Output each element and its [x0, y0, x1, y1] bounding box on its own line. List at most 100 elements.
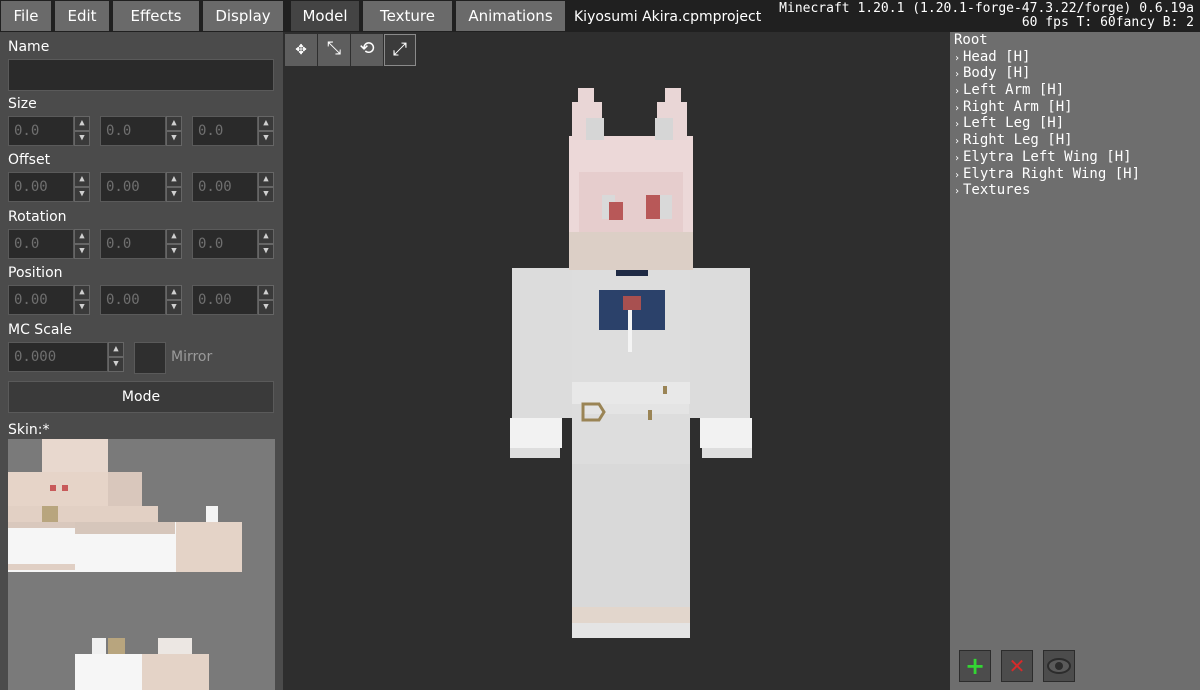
position-x-stepper[interactable]: ▲ ▼: [74, 285, 90, 315]
edit-menu[interactable]: Edit: [55, 1, 109, 31]
position-x-input[interactable]: 0.00: [8, 285, 74, 315]
position-z-input[interactable]: 0.00: [192, 285, 258, 315]
chevron-up-icon[interactable]: ▲: [166, 285, 182, 300]
toggle-visibility-button[interactable]: [1043, 650, 1075, 682]
offset-x-input[interactable]: 0.00: [8, 172, 74, 202]
size-x-input[interactable]: 0.0: [8, 116, 74, 146]
rotation-z-stepper[interactable]: ▲ ▼: [258, 229, 274, 259]
tree-root[interactable]: Root: [954, 32, 1140, 49]
size-z-input[interactable]: 0.0: [192, 116, 258, 146]
offset-y-stepper[interactable]: ▲ ▼: [166, 172, 182, 202]
tree-item-left-leg[interactable]: › Left Leg [H]: [954, 115, 1140, 132]
add-element-button[interactable]: +: [959, 650, 991, 682]
chevron-down-icon[interactable]: ▼: [166, 187, 182, 202]
offset-tool-button[interactable]: ⤢: [384, 34, 416, 66]
chevron-up-icon[interactable]: ▲: [108, 342, 124, 357]
size-x-stepper[interactable]: ▲ ▼: [74, 116, 90, 146]
mode-button[interactable]: Mode: [8, 381, 274, 413]
chevron-down-icon[interactable]: ▼: [166, 131, 182, 146]
tab-animations[interactable]: Animations: [456, 1, 565, 31]
chevron-up-icon[interactable]: ▲: [166, 172, 182, 187]
tab-model[interactable]: Model: [291, 1, 359, 31]
mc-scale-label: MC Scale: [8, 322, 72, 338]
file-menu[interactable]: File: [1, 1, 51, 31]
size-y-stepper[interactable]: ▲ ▼: [166, 116, 182, 146]
chevron-down-icon[interactable]: ▼: [74, 187, 90, 202]
tree-item-label: Elytra Left Wing [H]: [963, 148, 1132, 165]
chevron-down-icon[interactable]: ▼: [258, 131, 274, 146]
mirror-checkbox[interactable]: [134, 342, 166, 374]
offset-y-input[interactable]: 0.00: [100, 172, 166, 202]
chevron-down-icon[interactable]: ▼: [166, 244, 182, 259]
offset-z-input[interactable]: 0.00: [192, 172, 258, 202]
position-y-stepper[interactable]: ▲ ▼: [166, 285, 182, 315]
rotation-x-stepper[interactable]: ▲ ▼: [74, 229, 90, 259]
rotation-x-input[interactable]: 0.0: [8, 229, 74, 259]
rotation-y-input[interactable]: 0.0: [100, 229, 166, 259]
chevron-up-icon[interactable]: ▲: [74, 229, 90, 244]
tree-item-right-leg[interactable]: › Right Leg [H]: [954, 132, 1140, 149]
chevron-up-icon[interactable]: ▲: [166, 116, 182, 131]
chevron-down-icon[interactable]: ▼: [166, 300, 182, 315]
chevron-down-icon[interactable]: ▼: [258, 187, 274, 202]
tab-texture[interactable]: Texture: [363, 1, 452, 31]
tree-item-label: Left Arm [H]: [963, 82, 1065, 99]
chevron-down-icon[interactable]: ▼: [74, 300, 90, 315]
chevron-up-icon[interactable]: ▲: [74, 116, 90, 131]
effects-menu[interactable]: Effects: [113, 1, 199, 31]
offset-z-stepper[interactable]: ▲ ▼: [258, 172, 274, 202]
mc-scale-stepper[interactable]: ▲ ▼: [108, 342, 124, 372]
chevron-up-icon[interactable]: ▲: [258, 229, 274, 244]
model-viewport[interactable]: ✥ ⤡ ⟲ ⤢: [283, 32, 950, 690]
position-z-stepper[interactable]: ▲ ▼: [258, 285, 274, 315]
skin-texture-preview[interactable]: [8, 439, 275, 690]
tree-item-label: Left Leg [H]: [963, 115, 1065, 132]
tree-item-label: Body [H]: [963, 65, 1031, 82]
rotate-tool-button[interactable]: ⟲: [351, 34, 383, 66]
size-z-stepper[interactable]: ▲ ▼: [258, 116, 274, 146]
size-y-input[interactable]: 0.0: [100, 116, 166, 146]
eye-icon: [1047, 658, 1071, 674]
delete-element-button[interactable]: ✕: [1001, 650, 1033, 682]
rotation-label: Rotation: [8, 209, 67, 225]
chevron-up-icon[interactable]: ▲: [258, 172, 274, 187]
chevron-down-icon[interactable]: ▼: [258, 300, 274, 315]
tree-item-head[interactable]: › Head [H]: [954, 49, 1140, 66]
chevron-down-icon[interactable]: ▼: [258, 244, 274, 259]
resize-icon: ⤡: [326, 38, 342, 59]
chevron-up-icon[interactable]: ▲: [258, 116, 274, 131]
size-tool-button[interactable]: ⤡: [318, 34, 350, 66]
tree-item-elytra-right-wing[interactable]: › Elytra Right Wing [H]: [954, 166, 1140, 183]
chevron-right-icon[interactable]: ›: [954, 184, 963, 201]
position-y-input[interactable]: 0.00: [100, 285, 166, 315]
menu-bar: File Edit Effects Display Model Texture …: [0, 0, 1200, 32]
size-label: Size: [8, 96, 37, 112]
chevron-down-icon[interactable]: ▼: [108, 357, 124, 372]
tree-item-body[interactable]: › Body [H]: [954, 65, 1140, 82]
move-tool-button[interactable]: ✥: [285, 34, 317, 66]
mc-scale-input[interactable]: 0.000: [8, 342, 108, 372]
tree-item-elytra-left-wing[interactable]: › Elytra Left Wing [H]: [954, 149, 1140, 166]
model-tree: Root › Head [H] › Body [H] › Left Arm [H] ›…: [954, 32, 1140, 199]
close-icon: ✕: [1008, 654, 1026, 678]
tree-item-left-arm[interactable]: › Left Arm [H]: [954, 82, 1140, 99]
chevron-up-icon[interactable]: ▲: [166, 229, 182, 244]
rotation-y-stepper[interactable]: ▲ ▼: [166, 229, 182, 259]
chevron-up-icon[interactable]: ▲: [74, 285, 90, 300]
chevron-up-icon[interactable]: ▲: [258, 285, 274, 300]
name-input[interactable]: [8, 59, 274, 91]
display-menu[interactable]: Display: [203, 1, 283, 31]
mirror-label: Mirror: [171, 349, 213, 365]
tree-item-label: Head [H]: [963, 48, 1031, 65]
rotation-z-input[interactable]: 0.0: [192, 229, 258, 259]
tree-item-textures[interactable]: › Textures: [954, 182, 1140, 199]
tree-item-label: Right Leg [H]: [963, 132, 1073, 149]
chevron-up-icon[interactable]: ▲: [74, 172, 90, 187]
skin-label: Skin:*: [8, 422, 50, 438]
offset-x-stepper[interactable]: ▲ ▼: [74, 172, 90, 202]
tree-item-right-arm[interactable]: › Right Arm [H]: [954, 99, 1140, 116]
project-title: Kiyosumi Akira.cpmproject: [574, 9, 762, 25]
chevron-down-icon[interactable]: ▼: [74, 131, 90, 146]
chevron-down-icon[interactable]: ▼: [74, 244, 90, 259]
properties-panel: Name Size 0.0 ▲ ▼ 0.0 ▲ ▼ 0.0 ▲ ▼ Offset 0.…: [0, 32, 283, 690]
